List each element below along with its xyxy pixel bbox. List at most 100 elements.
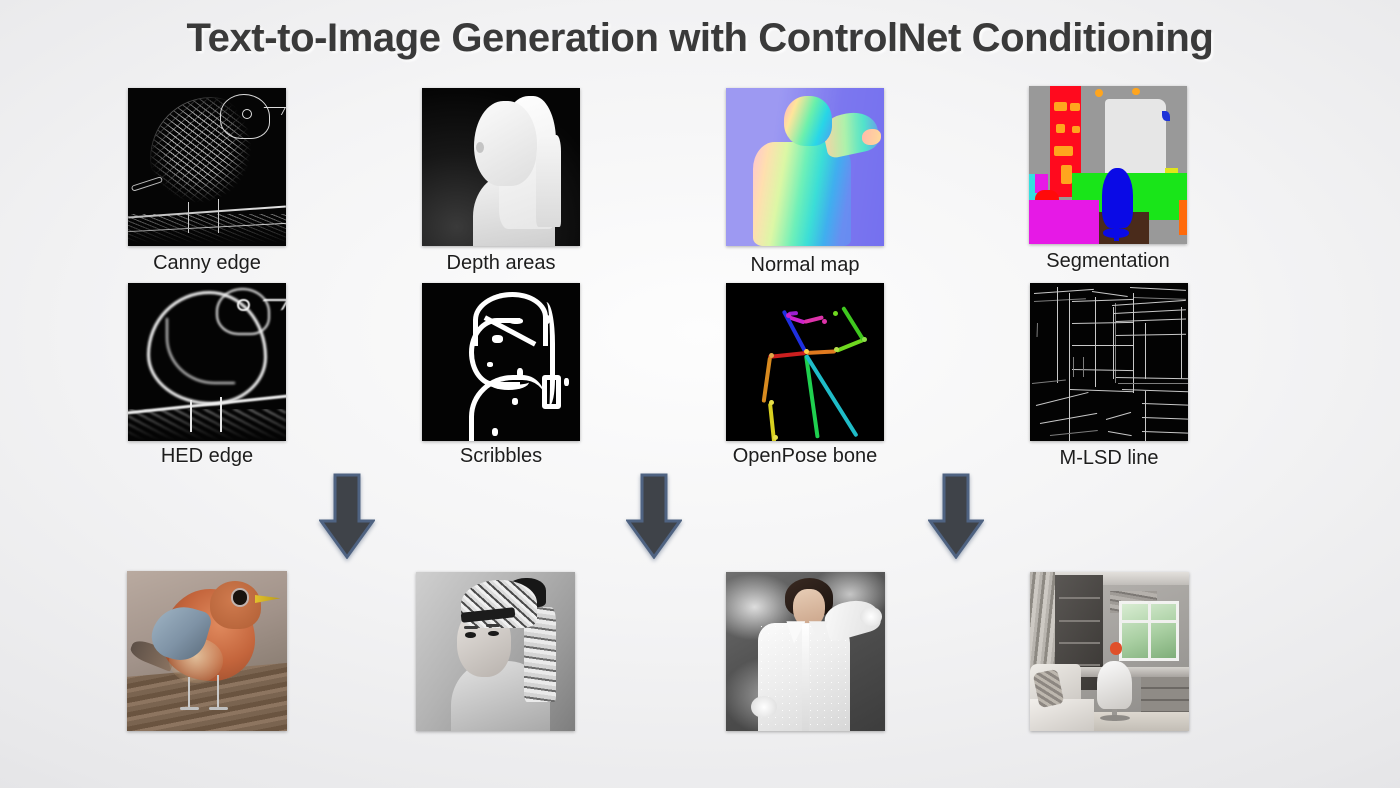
slide-canvas: Text-to-Image Generation with ControlNet… (0, 0, 1400, 788)
segmentation-light-2 (1131, 87, 1140, 96)
bird-eye (232, 590, 247, 605)
generated-woman-photo (726, 572, 885, 731)
generated-woman-blouse[interactable] (726, 572, 885, 731)
depth-ear (475, 141, 484, 153)
generated-bird[interactable] (127, 571, 287, 731)
openpose-joint-elbow-left (769, 400, 774, 405)
segmentation-chair-base (1103, 228, 1129, 238)
openpose-joint-shoulder-right (834, 347, 839, 352)
segmentation-book-5 (1054, 146, 1074, 156)
segmentation-book-2 (1070, 103, 1080, 112)
depth-turban-tail (535, 135, 562, 228)
hed-bird-eye (237, 298, 250, 312)
canny-edge-image[interactable] (128, 88, 286, 246)
generated-bird-photo (127, 571, 287, 731)
bird-foot-left (179, 707, 199, 710)
condition-tile-scribbles[interactable]: Scribbles (422, 283, 580, 467)
mlsd-line-shelf-left-post (1095, 297, 1096, 387)
mlsd-line-window-left (1113, 307, 1114, 379)
arrow-down-column-1 (319, 473, 375, 559)
segmentation-window-mark (1161, 111, 1170, 121)
caption-openpose-bone: OpenPose bone (732, 445, 878, 467)
hed-bird-beak (257, 298, 286, 310)
hed-edge-image[interactable] (128, 283, 286, 441)
hed-ground-texture (128, 409, 286, 441)
condition-tile-canny-edge[interactable]: Canny edge (128, 88, 286, 274)
mlsd-line-book-divider-1 (1073, 357, 1074, 377)
room-window-rail (1119, 619, 1180, 623)
scribble-dot-4 (543, 314, 550, 325)
condition-tile-mlsd-line[interactable]: M-LSD line (1030, 283, 1188, 469)
openpose-joint-shoulder-left (769, 353, 774, 358)
mlsd-line-shelf-3 (1072, 345, 1134, 346)
portrait-brow-right (485, 624, 501, 627)
scribble-dot-1 (491, 335, 503, 344)
segmentation-image[interactable] (1029, 86, 1187, 244)
room-flowers (1109, 641, 1123, 655)
page-title: Text-to-Image Generation with ControlNet… (186, 16, 1214, 60)
segmentation-chair (1101, 168, 1134, 229)
room-window-mullion (1147, 600, 1151, 662)
generated-room[interactable] (1030, 572, 1189, 731)
openpose-joint-elbow-right (862, 337, 867, 342)
generated-portrait[interactable] (416, 572, 575, 731)
caption-hed-edge: HED edge (160, 445, 254, 467)
openpose-joint-wrist-right (833, 311, 838, 316)
openpose-joint-chest (804, 349, 809, 354)
segmentation-book-1 (1054, 101, 1067, 112)
bird-leg-left (187, 676, 191, 709)
portrait-brow-left (463, 626, 478, 629)
segmentation-right-object (1179, 199, 1187, 235)
caption-canny-edge: Canny edge (153, 252, 261, 274)
openpose-bone-image[interactable] (726, 283, 884, 441)
caption-mlsd-line: M-LSD line (1059, 447, 1159, 469)
openpose-joint-wrist-left (773, 435, 778, 440)
woman-cuff-left (751, 696, 777, 719)
bird-foot-right (208, 707, 228, 710)
segmentation-book-4 (1071, 125, 1080, 134)
canny-bird-eye (241, 108, 253, 119)
condition-tile-segmentation[interactable]: Segmentation (1029, 86, 1187, 272)
mlsd-line-window-mullion (1145, 323, 1146, 379)
scribble-dot-2 (508, 317, 524, 325)
mlsd-line-image[interactable] (1030, 283, 1188, 441)
room-shelf-3 (1058, 641, 1100, 644)
caption-scribbles: Scribbles (459, 445, 543, 467)
generated-portrait-photo (416, 572, 575, 731)
depth-areas-image[interactable] (422, 88, 580, 246)
mlsd-line-shelf-mid-post (1115, 303, 1116, 383)
canny-ground-noise (128, 214, 286, 243)
mlsd-line-window-sill-2 (1118, 383, 1188, 384)
segmentation-book-3 (1055, 123, 1066, 134)
scribble-dot-5 (516, 368, 524, 378)
mlsd-line-drawer-side (1145, 391, 1146, 441)
generated-room-photo (1030, 572, 1189, 731)
openpose-joint-eye-left (786, 313, 791, 318)
normal-map-image[interactable] (726, 88, 884, 246)
woman-blouse-placket (802, 624, 809, 731)
room-desk (1077, 667, 1189, 677)
bird-head (210, 580, 262, 629)
room-shelf-2 (1058, 619, 1100, 622)
caption-depth-areas: Depth areas (446, 252, 556, 274)
room-shelf-1 (1058, 597, 1100, 600)
caption-normal-map: Normal map (750, 254, 860, 276)
scribble-dot-8 (564, 377, 569, 386)
segmentation-book-6 (1060, 165, 1072, 184)
depth-head-shape (474, 100, 538, 186)
woman-cuff-right (859, 606, 882, 627)
mlsd-line-cabinet-edge-left (1057, 287, 1058, 383)
scribble-dot-3 (486, 362, 494, 367)
scribbles-image[interactable] (422, 283, 580, 441)
scribble-dot-7 (491, 428, 498, 437)
condition-tile-hed-edge[interactable]: HED edge (128, 283, 286, 467)
mlsd-line-book-divider-2 (1083, 357, 1084, 377)
scribble-dot-6 (512, 398, 519, 405)
bird-leg-right (216, 675, 220, 709)
condition-tile-openpose-bone[interactable]: OpenPose bone (726, 283, 884, 467)
canny-bird-beak (260, 106, 286, 115)
condition-tile-depth-areas[interactable]: Depth areas (422, 88, 580, 274)
openpose-joint-eye-right (822, 319, 827, 324)
condition-tile-normal-map[interactable]: Normal map (726, 88, 884, 276)
mlsd-line-window-right (1181, 307, 1182, 379)
